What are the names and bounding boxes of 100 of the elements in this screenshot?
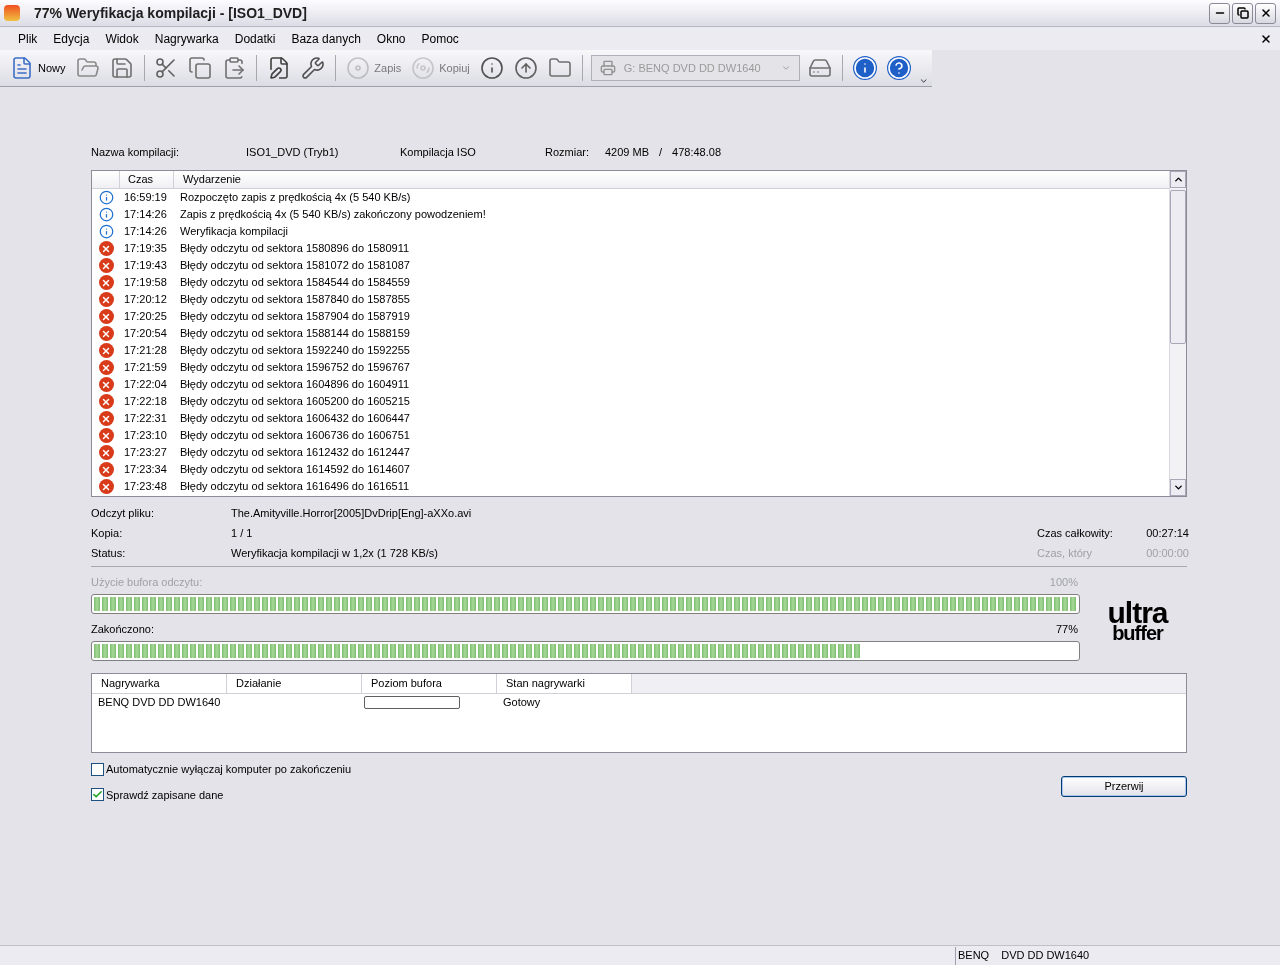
detail-label: Status: <box>91 545 127 561</box>
compilation-name: ISO1_DVD (Tryb1) <box>246 144 340 160</box>
compilation-name-label: Nazwa kompilacji: <box>91 144 181 160</box>
time-label: Czas całkowity: <box>1037 525 1114 541</box>
event-text: Błędy odczytu od sektora 1616496 do 1616511 <box>179 479 410 495</box>
caret-icon <box>780 63 791 73</box>
column-header[interactable]: Poziom bufora <box>362 674 497 693</box>
scrollbar[interactable] <box>1169 171 1186 496</box>
column-header[interactable]: Działanie <box>227 674 362 693</box>
close-icon[interactable] <box>1260 32 1272 45</box>
open-folder-icon <box>75 56 100 80</box>
event-time: 17:22:04 <box>123 377 168 393</box>
event-time: 17:20:54 <box>123 326 168 342</box>
event-text: Błędy odczytu od sektora 1580896 do 1580911 <box>179 241 410 257</box>
time-value: 00:27:14 <box>1145 525 1189 541</box>
column-header[interactable]: Wydarzenie <box>174 171 1169 188</box>
event-text: Błędy odczytu od sektora 1587904 do 1587919 <box>179 309 410 325</box>
copy-icon <box>188 56 213 80</box>
event-text: Błędy odczytu od sektora 1606432 do 1606447 <box>179 411 410 427</box>
buffer-label: Użycie bufora odczytu: <box>91 575 203 591</box>
menu-item[interactable]: Edycja <box>53 29 90 48</box>
time-value: 00:00:00 <box>1145 545 1189 561</box>
duration-value: 478:48.08 <box>672 144 722 160</box>
minimize-button[interactable] <box>1209 2 1230 24</box>
checkbox[interactable] <box>91 788 104 802</box>
menu-item[interactable]: Pomoc <box>421 29 459 48</box>
event-time: 17:23:10 <box>123 428 168 444</box>
event-text: Błędy odczytu od sektora 1588144 do 1588159 <box>179 326 410 342</box>
table-cell-text: Gotowy <box>502 694 541 710</box>
event-time: 17:14:26 <box>123 224 168 240</box>
checkbox-label[interactable]: Automatycznie wyłączaj komputer po zakończeniu <box>106 761 352 778</box>
event-time: 17:23:48 <box>123 479 168 495</box>
disc-icon <box>346 56 371 80</box>
info-icon <box>852 56 877 80</box>
column-header[interactable]: Czas <box>120 171 174 188</box>
restore-icon <box>1236 7 1249 19</box>
wrench-icon <box>301 56 326 80</box>
abort-button[interactable]: Przerwij <box>1061 776 1187 797</box>
status-text: BENQ <box>958 948 990 964</box>
event-text: Błędy odczytu od sektora 1612432 do 1612447 <box>179 445 410 461</box>
scroll-down-icon[interactable] <box>1172 482 1184 493</box>
window-title: 77% Weryfikacja kompilacji - [ISO1_DVD] <box>34 3 307 23</box>
menu-item[interactable]: Plik <box>18 29 38 48</box>
folder-icon <box>547 56 572 80</box>
logo: ultra buffer <box>1106 601 1170 646</box>
event-text: Błędy odczytu od sektora 1604896 do 1604911 <box>179 377 410 393</box>
event-text: Błędy odczytu od sektora 1606736 do 1606751 <box>179 428 410 444</box>
event-text: Błędy odczytu od sektora 1592240 do 1592255 <box>179 343 410 359</box>
menu-item[interactable]: Dodatki <box>234 29 276 48</box>
document-icon <box>10 56 34 80</box>
event-text: Rozpoczęto zapis z prędkością 4x (5 540 KB/s) <box>179 190 411 206</box>
size-label: Rozmiar: <box>545 144 590 160</box>
detail-label: Kopia: <box>91 525 124 541</box>
status-text: DVD DD DW1640 <box>1001 948 1090 964</box>
column-header[interactable]: Stan nagrywarki <box>497 674 632 693</box>
save-icon <box>109 56 134 80</box>
event-text: Błędy odczytu od sektora 1596752 do 1596767 <box>179 360 410 376</box>
event-text: Zapis z prędkością 4x (5 540 KB/s) zakończony powodzeniem! <box>179 207 486 223</box>
checkbox-label[interactable]: Sprawdź zapisane dane <box>106 786 224 803</box>
detail-value: The.Amityville.Horror[2005]DvDrip[Eng]-aXXo.avi <box>231 505 473 521</box>
close-button[interactable] <box>1255 2 1276 24</box>
event-time: 17:22:31 <box>123 411 168 427</box>
progress-label: Zakończono: <box>91 622 154 638</box>
detail-value: Weryfikacja kompilacji w 1,2x (1 728 KB/s) <box>231 545 440 561</box>
menu-item[interactable]: Nagrywarka <box>154 29 219 48</box>
detail-value: 1 / 1 <box>231 525 254 541</box>
event-text: Weryfikacja kompilacji <box>179 224 288 240</box>
event-time: 17:14:26 <box>123 207 168 223</box>
app-icon <box>4 5 20 21</box>
close-icon <box>1259 7 1272 19</box>
help-icon <box>886 56 911 80</box>
event-time: 17:22:18 <box>123 394 168 410</box>
event-time: 17:23:27 <box>123 445 168 461</box>
menu-item[interactable]: Baza danych <box>291 29 361 48</box>
compilation-type: Kompilacja ISO <box>400 144 477 160</box>
event-text: Błędy odczytu od sektora 1581072 do 1581087 <box>179 258 410 274</box>
size-separator: / <box>659 144 663 160</box>
size-value: 4209 MB <box>605 144 650 160</box>
restore-button[interactable] <box>1232 2 1253 24</box>
event-time: 16:59:19 <box>123 190 168 206</box>
column-header[interactable]: Nagrywarka <box>92 674 227 693</box>
checkbox[interactable] <box>91 762 104 776</box>
toolbar-button[interactable]: Nowy <box>8 53 68 83</box>
event-time: 17:19:35 <box>123 241 168 257</box>
event-text: Błędy odczytu od sektora 1587840 do 1587855 <box>179 292 410 308</box>
event-time: 17:19:58 <box>123 275 168 291</box>
time-label: Czas, który <box>1037 545 1093 561</box>
event-text: Błędy odczytu od sektora 1584544 do 1584559 <box>179 275 410 291</box>
event-text: Błędy odczytu od sektora 1614592 do 1614607 <box>179 462 410 478</box>
event-time: 17:19:43 <box>123 258 168 274</box>
scroll-up-icon[interactable] <box>1172 174 1184 185</box>
event-time: 17:20:12 <box>123 292 168 308</box>
event-text: Błędy odczytu od sektora 1605200 do 1605215 <box>179 394 410 410</box>
disc-icon <box>411 56 436 80</box>
toolbar-overflow-icon[interactable] <box>918 76 928 86</box>
event-time: 17:23:34 <box>123 462 168 478</box>
menu-item[interactable]: Okno <box>376 29 406 48</box>
progress-percent: 77% <box>1055 622 1078 638</box>
menu-item[interactable]: Widok <box>105 29 139 48</box>
event-time: 17:21:28 <box>123 343 168 359</box>
